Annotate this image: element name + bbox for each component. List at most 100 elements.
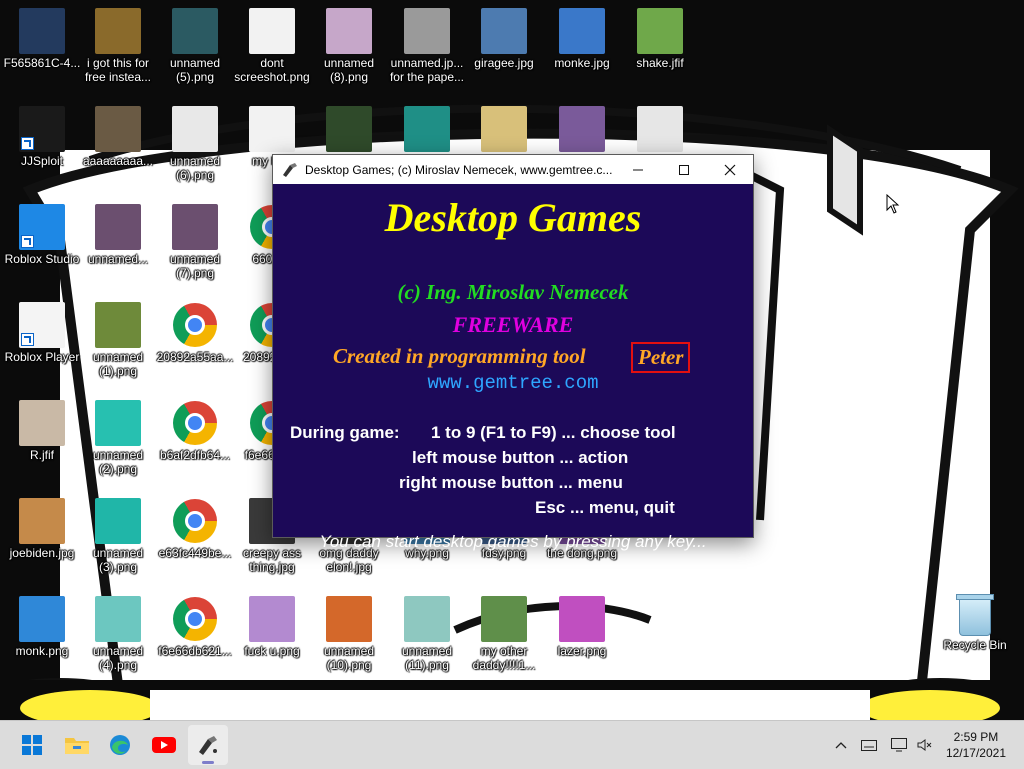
desktop-icon-label: JJSploit — [20, 154, 64, 168]
recycle-bin-graphic — [956, 594, 994, 636]
desktop-icon-label: unnamed (1).png — [92, 350, 144, 378]
file-explorer-button[interactable] — [57, 725, 97, 765]
image-file-icon — [326, 106, 372, 152]
desktop-icon[interactable]: F565861C-4... — [0, 2, 84, 94]
desktop-icon[interactable]: unnamed (5).png — [153, 2, 237, 94]
desktop-icon[interactable]: Roblox Studio — [0, 198, 84, 290]
recycle-bin-icon[interactable]: Recycle Bin — [933, 590, 1017, 682]
tool-name-peter: Peter — [631, 342, 691, 373]
minimize-button[interactable] — [615, 155, 661, 184]
desktop-icon-label: dont screeshot.png — [234, 56, 310, 84]
desktop-icon-label: unnamed (7).png — [169, 252, 221, 280]
show-hidden-icons-button[interactable] — [830, 721, 852, 769]
desktop-icon[interactable]: lazer.png — [540, 590, 624, 682]
image-file-icon — [172, 106, 218, 152]
desktop-icon[interactable]: unnamed.jp... for the pape... — [385, 2, 469, 94]
desktop-icon[interactable]: R.jfif — [0, 394, 84, 486]
desktop-icon-label: b6af2dfb64... — [159, 448, 231, 462]
created-line: Created in programming tool — [333, 344, 586, 368]
maximize-button[interactable] — [661, 155, 707, 184]
desktop-icon-label: aaaaaaaaa... — [82, 154, 154, 168]
desktop-icon-label: monke.jpg — [554, 56, 610, 70]
desktop-icon[interactable]: 20892a55aa... — [153, 296, 237, 388]
desktop-icon-label: f6e66db621... — [158, 644, 232, 658]
chrome-icon — [173, 303, 217, 347]
desktop-icon[interactable]: joebiden.jpg — [0, 492, 84, 584]
youtube-button[interactable] — [144, 725, 184, 765]
close-button[interactable] — [707, 155, 753, 184]
desktop-icon[interactable]: shake.jfif — [618, 2, 702, 94]
desktop-games-window[interactable]: Desktop Games; (c) Miroslav Nemecek, www… — [272, 154, 754, 551]
image-file-icon — [559, 106, 605, 152]
window-content[interactable]: Desktop Games (c) Ing. Miroslav Nemecek … — [273, 184, 753, 551]
desktop-icon-label: lazer.png — [557, 644, 607, 658]
desktop-icon[interactable]: unnamed (8).png — [307, 2, 391, 94]
image-file-icon — [19, 8, 65, 54]
image-file-icon — [404, 106, 450, 152]
desktop-icon[interactable]: Roblox Player — [0, 296, 84, 388]
edge-browser-button[interactable] — [100, 725, 140, 765]
desktop-icon-label: unnamed (2).png — [92, 448, 144, 476]
desktop-icon[interactable]: JJSploit — [0, 100, 84, 192]
desktop-icon[interactable]: unnamed (11).png — [385, 590, 469, 682]
youtube-icon — [152, 737, 176, 753]
desktop-icon[interactable]: unnamed (4).png — [76, 590, 160, 682]
chrome-icon — [173, 401, 217, 445]
game-heading: Desktop Games — [384, 195, 642, 240]
image-file-icon — [249, 596, 295, 642]
desktop-icon[interactable]: e63fc449be... — [153, 492, 237, 584]
desktop-icon[interactable]: unnamed (7).png — [153, 198, 237, 290]
desktop-icon[interactable]: unnamed (3).png — [76, 492, 160, 584]
desktop-icon[interactable]: unnamed... — [76, 198, 160, 290]
desktop-icon[interactable]: unnamed (1).png — [76, 296, 160, 388]
volume-button[interactable] — [914, 721, 936, 769]
desktop-icon-label: e63fc449be... — [158, 546, 232, 560]
image-file-icon — [19, 302, 65, 348]
chevron-up-icon — [835, 742, 847, 749]
image-file-icon — [19, 400, 65, 446]
image-file-icon — [95, 8, 141, 54]
desktop-icon[interactable]: f6e66db621... — [153, 590, 237, 682]
image-file-icon — [19, 204, 65, 250]
desktop-icon[interactable]: b6af2dfb64... — [153, 394, 237, 486]
shortcut-arrow-icon — [21, 137, 34, 150]
desktop-icon[interactable]: unnamed (10).png — [307, 590, 391, 682]
desktop-icon[interactable]: monk.png — [0, 590, 84, 682]
windows-logo-icon — [22, 735, 42, 755]
chrome-icon — [173, 499, 217, 543]
website-url: www.gemtree.com — [427, 372, 599, 394]
image-file-icon — [637, 8, 683, 54]
desktop-icon[interactable]: i got this for free instea... — [76, 2, 160, 94]
desktop-icon-label: giragee.jpg — [474, 56, 534, 70]
desktop-icon[interactable]: dont screeshot.png — [230, 2, 314, 94]
desktop-icon-label: unnamed (3).png — [92, 546, 144, 574]
desktop-icon[interactable]: monke.jpg — [540, 2, 624, 94]
help-line-quit: Esc ... menu, quit — [535, 498, 675, 517]
start-hint: You can start desktop games by pressing … — [319, 532, 707, 551]
desktop-games-taskbar-button[interactable] — [188, 725, 228, 765]
desktop-icon[interactable]: aaaaaaaaa... — [76, 100, 160, 192]
keyboard-button[interactable] — [858, 721, 880, 769]
window-titlebar[interactable]: Desktop Games; (c) Miroslav Nemecek, www… — [273, 155, 753, 184]
network-button[interactable] — [888, 721, 910, 769]
desktop-icon-label: fuck u.png — [244, 644, 300, 658]
image-file-icon — [481, 596, 527, 642]
clock-date: 12/17/2021 — [945, 746, 1006, 760]
author-line: (c) Ing. Miroslav Nemecek — [397, 280, 629, 304]
taskbar-clock[interactable]: 2:59 PM 12/17/2021 — [946, 729, 1006, 761]
image-file-icon — [481, 106, 527, 152]
start-button[interactable] — [12, 725, 52, 765]
desktop-icon[interactable]: my other daddy!!!!1... — [462, 590, 546, 682]
desktop-icon[interactable]: unnamed (6).png — [153, 100, 237, 192]
image-file-icon — [95, 204, 141, 250]
maximize-icon — [679, 164, 689, 175]
desktop-icon-label: unnamed (10).png — [323, 644, 375, 672]
desktop-icon[interactable]: giragee.jpg — [462, 2, 546, 94]
desktop-icon-label: shake.jfif — [636, 56, 684, 70]
desktop-icon[interactable]: fuck u.png — [230, 590, 314, 682]
image-file-icon — [19, 596, 65, 642]
desktop-icon[interactable]: unnamed (2).png — [76, 394, 160, 486]
license-label: FREEWARE — [452, 312, 574, 337]
folder-icon — [65, 738, 89, 754]
image-file-icon — [559, 596, 605, 642]
